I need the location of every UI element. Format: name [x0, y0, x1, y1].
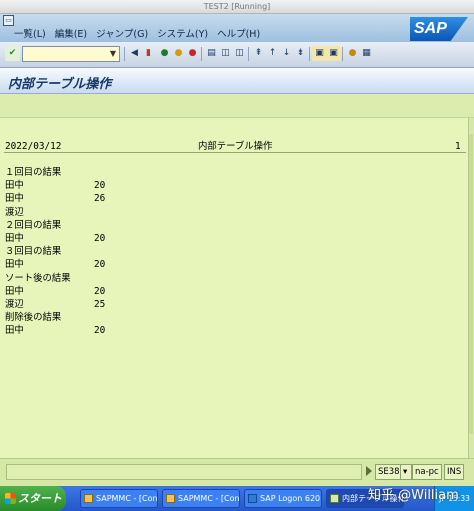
list-row-name: 田中: [5, 180, 24, 192]
start-button[interactable]: スタート: [0, 486, 66, 511]
list-row-value: 20: [94, 285, 106, 297]
standard-toolbar: ✔ ▼ ◀ ▮ ● ● ● ▤ ◫ ◫ ⇞ ↑ ↓ ⇟ ▣ ▣ ● ▦: [0, 42, 474, 68]
first-page-icon[interactable]: ⇞: [251, 46, 266, 61]
sap-logon-icon: [248, 494, 257, 503]
list-row-value: 26: [94, 193, 106, 205]
list-row-name: 田中: [5, 193, 24, 205]
help-icon[interactable]: ●: [345, 46, 360, 61]
vm-window-title: TEST2 [Running]: [0, 0, 474, 14]
list-row-name: 渡辺: [5, 206, 24, 218]
status-expand-icon[interactable]: [366, 466, 372, 476]
list-row-name: 田中: [5, 259, 24, 271]
sap-gui-window: ▭ 一覧(L) 編集(E) ジャンプ(G) システム(Y) ヘルプ(H) SAP…: [0, 14, 474, 486]
menu-bar: ▭ 一覧(L) 編集(E) ジャンプ(G) システム(Y) ヘルプ(H) SAP: [0, 14, 474, 42]
list-row-name: 削除後の結果: [5, 312, 62, 324]
back-arrow-icon[interactable]: ◀: [127, 46, 142, 61]
list-row-name: ３回目の結果: [5, 246, 62, 258]
toolbar-separator: [342, 47, 343, 61]
list-row-value: 20: [94, 180, 106, 192]
command-field-dropdown-icon[interactable]: ▼: [108, 47, 118, 61]
watermark: 知乎 @William: [368, 488, 459, 503]
menu-help[interactable]: ヘルプ(H): [217, 26, 260, 40]
system-menu-icon[interactable]: ▭: [3, 15, 14, 26]
status-server-dropdown-icon[interactable]: ▾: [400, 464, 412, 480]
status-bar: SE38 ▾ na-pc INS: [0, 458, 474, 486]
list-row-value: 20: [94, 325, 106, 337]
next-page-icon[interactable]: ↓: [279, 46, 294, 61]
command-field[interactable]: [22, 46, 120, 62]
start-label: スタート: [18, 492, 62, 505]
menu-system[interactable]: システム(Y): [157, 26, 208, 40]
print-icon[interactable]: ▤: [204, 46, 219, 61]
previous-page-icon[interactable]: ↑: [265, 46, 280, 61]
find-next-icon[interactable]: ◫: [232, 46, 247, 61]
taskbar-item-sapmmc-1[interactable]: SAPMMC - [Cons...: [80, 489, 158, 508]
new-session-icon[interactable]: ▣: [312, 46, 327, 61]
sapmmc-icon: [84, 494, 93, 503]
layout-menu-icon[interactable]: ▦: [359, 46, 374, 61]
list-row-name: 田中: [5, 285, 24, 297]
sap-logo: SAP: [410, 17, 468, 41]
list-row-value: 20: [94, 233, 106, 244]
list-row-name: 田中: [5, 233, 24, 244]
list-row-value: 20: [94, 259, 106, 271]
status-mode: INS: [444, 464, 465, 480]
last-page-icon[interactable]: ⇟: [293, 46, 308, 61]
enter-check-icon[interactable]: ✔: [5, 46, 20, 61]
list-row-name: ソート後の結果: [5, 272, 71, 284]
taskbar-item-sapmmc-2[interactable]: SAPMMC - [Cons...: [162, 489, 240, 508]
shortcut-icon[interactable]: ▣: [326, 46, 341, 61]
list-row-name: ２回目の結果: [5, 219, 62, 231]
windows-logo-icon: [5, 493, 16, 504]
list-header-divider: [4, 152, 466, 153]
list-row-name: １回目の結果: [5, 167, 62, 178]
sap-window-icon: [330, 494, 339, 503]
status-server: na-pc: [412, 464, 442, 480]
toolbar-separator: [124, 47, 125, 61]
list-row-name: 田中: [5, 325, 24, 337]
vertical-scrollbar[interactable]: [468, 118, 474, 458]
exit-icon[interactable]: ●: [171, 46, 186, 61]
screen-title-bar: 内部テーブル操作: [0, 68, 474, 94]
taskbar-item-sap-logon[interactable]: SAP Logon 620: [244, 489, 322, 508]
menu-edit[interactable]: 編集(E): [55, 26, 87, 40]
list-output: 2022/03/12 内部テーブル操作 1 １回目の結果 田中 20 田中 26 渡辺 ２回…: [0, 118, 474, 458]
application-toolbar: [0, 94, 474, 118]
find-icon[interactable]: ◫: [218, 46, 233, 61]
screen-title: 内部テーブル操作: [8, 77, 112, 92]
status-message-field: [6, 464, 362, 480]
menu-list[interactable]: 一覧(L): [14, 26, 46, 40]
toolbar-separator: [248, 47, 249, 61]
menu-goto[interactable]: ジャンプ(G): [96, 26, 148, 40]
cancel-icon[interactable]: ●: [185, 46, 200, 61]
scrollbar-thumb[interactable]: [469, 134, 473, 434]
list-row-name: 渡辺: [5, 299, 24, 310]
save-icon[interactable]: ▮: [141, 46, 156, 61]
list-row-value: 25: [94, 299, 106, 310]
back-icon[interactable]: ●: [157, 46, 172, 61]
sapmmc-icon: [166, 494, 175, 503]
status-system: SE38: [375, 464, 403, 480]
toolbar-separator: [201, 47, 202, 61]
toolbar-separator: [309, 47, 310, 61]
